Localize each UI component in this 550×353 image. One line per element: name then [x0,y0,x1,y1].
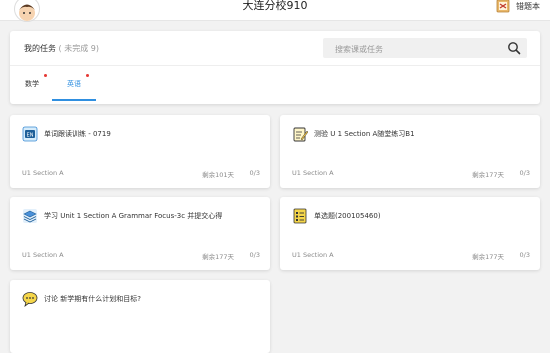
app-title: 大连分校910 [242,0,308,12]
tab-english-label: 英语 [67,80,81,88]
task-card[interactable]: EN 单词跟读训练 - 0719 U1 Section A 剩余101天 0/3 [10,115,270,188]
task-remaining-days: 剩余177天 [472,253,504,261]
tab-english-unread-dot [86,74,89,77]
tasks-title: 我的任务 ( 未完成 9) [24,43,99,54]
mistakes-book-icon [496,0,510,13]
task-card[interactable]: 学习 Unit 1 Section A Grammar Focus-3c 并提交… [10,197,270,270]
task-remaining-days: 剩余177天 [472,171,504,179]
task-progress: 0/3 [519,251,530,259]
task-title: 单选题(200105460) [314,212,381,220]
tasks-title-text: 我的任务 [24,44,56,53]
task-progress: 0/3 [249,251,260,259]
task-card[interactable]: 讨论 新学期有什么计划和目标? [10,280,270,353]
task-remaining-days: 剩余177天 [202,253,234,261]
en-exercise-icon: EN [22,126,38,142]
task-remaining-days: 剩余101天 [202,171,234,179]
task-section: U1 Section A [22,169,64,177]
search-input[interactable] [333,41,497,57]
list-doc-icon [293,208,307,224]
subject-tabs: 数学 英语 [10,65,540,104]
task-card[interactable]: 测验 U 1 Section A随堂练习B1 U1 Section A 剩余17… [280,115,540,188]
tab-math-unread-dot [44,74,47,77]
task-title: 学习 Unit 1 Section A Grammar Focus-3c 并提交… [44,212,223,220]
task-progress: 0/3 [519,169,530,177]
active-tab-indicator [52,99,96,101]
tasks-incomplete-count: ( 未完成 9) [58,44,99,53]
task-progress: 0/3 [249,169,260,177]
task-title: 讨论 新学期有什么计划和目标? [44,295,141,303]
top-bar: 大连分校910 错题本 [0,0,550,22]
chat-icon [22,292,38,307]
mistakes-book-label: 错题本 [516,1,540,11]
mistakes-book-button[interactable]: 错题本 [496,0,540,14]
tab-math-label: 数学 [25,80,39,88]
search-box[interactable] [323,38,527,58]
test-edit-icon [293,127,308,142]
task-section: U1 Section A [22,251,64,259]
task-section: U1 Section A [292,169,334,177]
task-section: U1 Section A [292,251,334,259]
task-title: 测验 U 1 Section A随堂练习B1 [314,130,415,138]
tab-english[interactable]: 英语 [67,74,89,89]
layers-icon [23,209,37,223]
task-card[interactable]: 单选题(200105460) U1 Section A 剩余177天 0/3 [280,197,540,270]
tab-math[interactable]: 数学 [25,74,47,89]
tasks-panel: 我的任务 ( 未完成 9) 数学 英语 [10,31,540,104]
tasks-panel-header: 我的任务 ( 未完成 9) [10,31,540,66]
svg-text:EN: EN [27,132,34,138]
search-icon[interactable] [507,41,521,55]
task-title: 单词跟读训练 - 0719 [44,130,111,138]
